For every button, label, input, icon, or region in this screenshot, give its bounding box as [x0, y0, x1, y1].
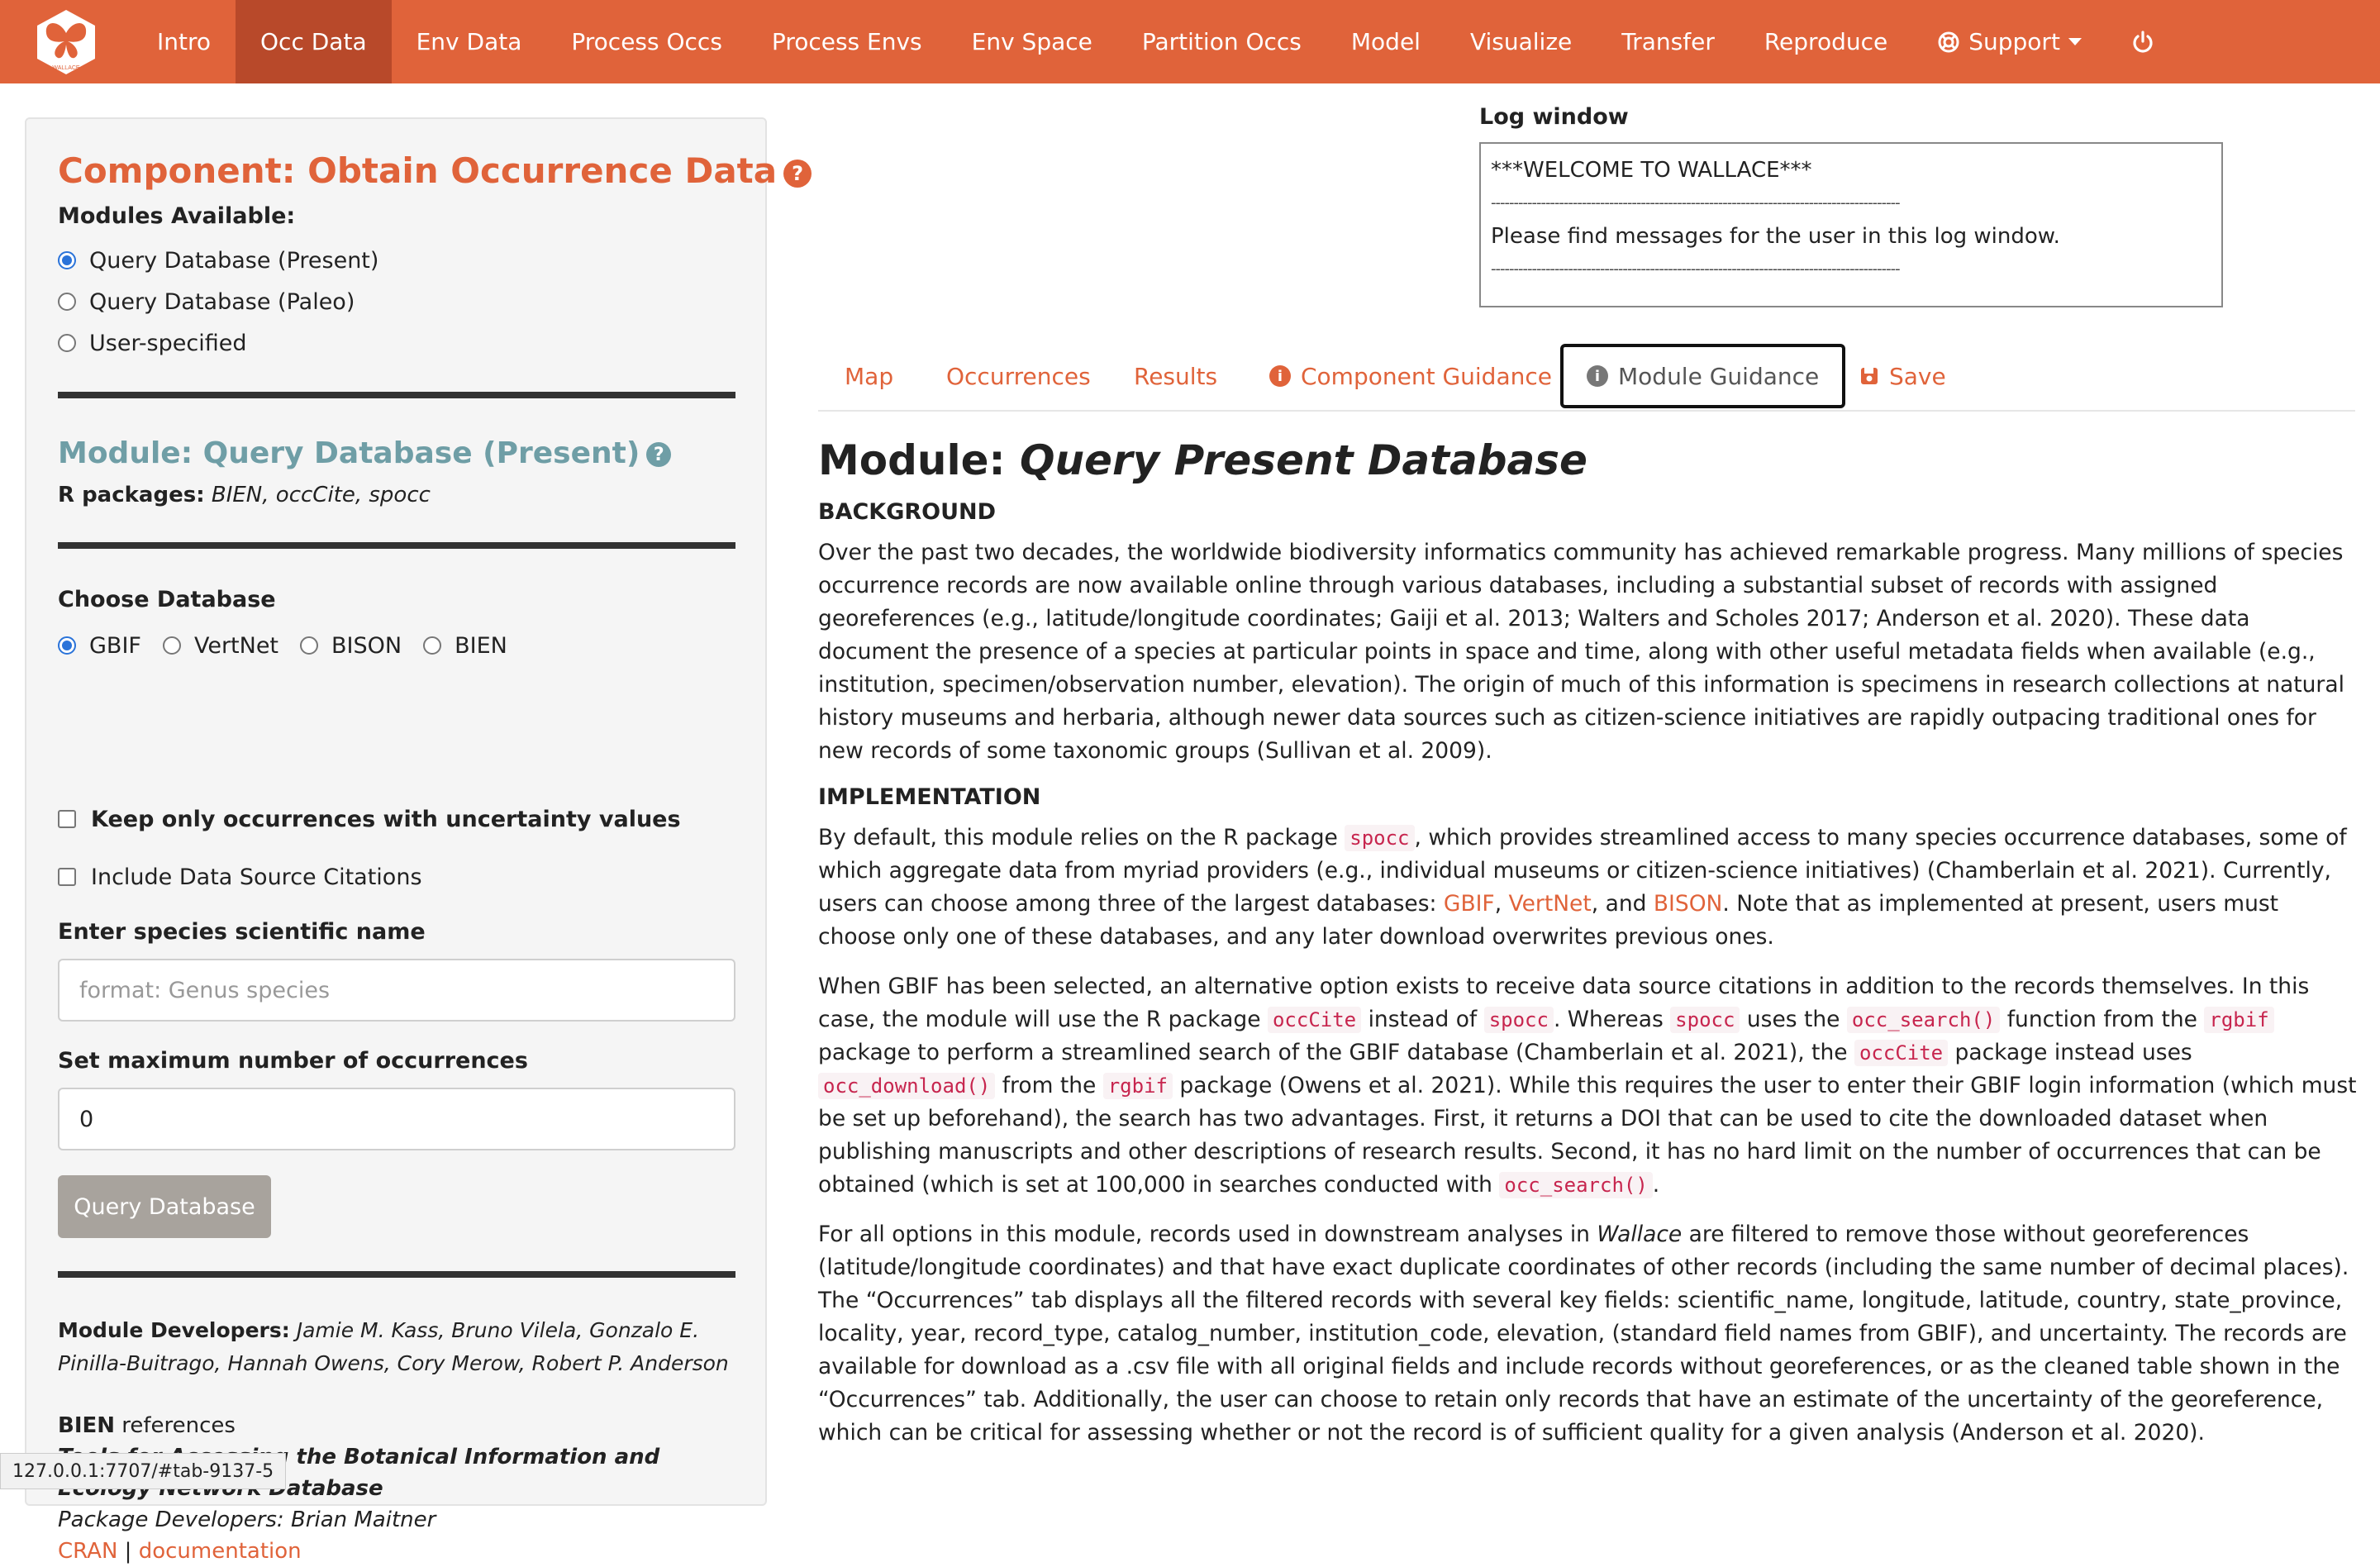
- tab-save[interactable]: Save: [1859, 344, 1946, 408]
- max-occurrences-label: Set maximum number of occurrences: [58, 1048, 528, 1074]
- vertnet-link[interactable]: VertNet: [1509, 891, 1592, 917]
- log-window[interactable]: ***WELCOME TO WALLACE*** ---------------…: [1479, 142, 2223, 307]
- radio-button[interactable]: [58, 334, 76, 352]
- tab-occurrences[interactable]: Occurrences: [946, 344, 1091, 408]
- implementation-paragraph-2: When GBIF has been selected, an alternat…: [818, 974, 2357, 1198]
- r-packages: R packages: BIEN, occCite, spocc: [58, 483, 431, 507]
- support-label: Support: [1968, 28, 2060, 55]
- log-divider: ----------------------------------------…: [1491, 194, 1901, 212]
- bison-link[interactable]: BISON: [1654, 891, 1723, 917]
- db-option-bison[interactable]: BISON: [300, 625, 402, 666]
- module-radio-group: Query Database (Present) Query Database …: [58, 240, 378, 364]
- divider: [58, 1271, 735, 1278]
- log-line: ***WELCOME TO WALLACE***: [1491, 158, 1812, 183]
- radio-label: BISON: [331, 632, 402, 659]
- log-line: Please find messages for the user in thi…: [1491, 224, 2060, 249]
- bien-package-developers: Package Developers: Brian Maitner: [58, 1507, 436, 1532]
- nav-occ-data[interactable]: Occ Data: [236, 0, 392, 83]
- module-guidance-content: Module: Query Present Database BACKGROUN…: [818, 430, 2360, 1466]
- radio-button[interactable]: [58, 636, 76, 655]
- nav-process-occs[interactable]: Process Occs: [546, 0, 747, 83]
- info-icon: i: [1269, 365, 1291, 387]
- main-tabs: Map Occurrences Results i Component Guida…: [818, 344, 2355, 412]
- radio-button[interactable]: [423, 636, 442, 655]
- uncertainty-checkbox[interactable]: [58, 810, 76, 828]
- top-navbar: WALLACE Intro Occ Data Env Data Process …: [0, 0, 2380, 83]
- nav-env-space[interactable]: Env Space: [947, 0, 1117, 83]
- module-option-user-specified[interactable]: User-specified: [58, 322, 378, 364]
- module-option-present[interactable]: Query Database (Present): [58, 240, 378, 281]
- nav-env-data[interactable]: Env Data: [392, 0, 547, 83]
- nav-reproduce[interactable]: Reproduce: [1740, 0, 1912, 83]
- radio-label: Query Database (Paleo): [89, 288, 355, 315]
- citations-checkbox-row[interactable]: Include Data Source Citations: [58, 856, 422, 898]
- max-occurrences-input[interactable]: 0: [58, 1088, 735, 1150]
- wallace-logo[interactable]: WALLACE: [0, 0, 132, 83]
- checkbox-label: Include Data Source Citations: [91, 864, 422, 890]
- radio-label: Query Database (Present): [89, 247, 379, 274]
- species-name-input[interactable]: format: Genus species: [58, 959, 735, 1022]
- radio-button[interactable]: [300, 636, 319, 655]
- component-title: Component: Obtain Occurrence Data?: [58, 150, 812, 191]
- svg-text:WALLACE: WALLACE: [52, 65, 80, 71]
- module-title: Module: Query Database (Present)?: [58, 436, 672, 470]
- radio-button[interactable]: [58, 251, 76, 269]
- choose-database-label: Choose Database: [58, 587, 276, 612]
- cran-link[interactable]: CRAN: [58, 1539, 117, 1564]
- nav-transfer[interactable]: Transfer: [1597, 0, 1740, 83]
- module-developers: Module Developers: Jamie M. Kass, Bruno …: [58, 1318, 729, 1375]
- radio-label: User-specified: [89, 330, 247, 356]
- sidebar-panel: Component: Obtain Occurrence Data? Modul…: [25, 117, 812, 1564]
- documentation-link[interactable]: documentation: [139, 1539, 302, 1564]
- nav-visualize[interactable]: Visualize: [1445, 0, 1597, 83]
- db-option-gbif[interactable]: GBIF: [58, 625, 141, 666]
- radio-button[interactable]: [162, 636, 181, 655]
- implementation-heading: IMPLEMENTATION: [818, 784, 1041, 810]
- tab-module-guidance[interactable]: i Module Guidance: [1560, 344, 1846, 408]
- lifebuoy-icon: [1938, 31, 1959, 52]
- tab-results[interactable]: Results: [1134, 344, 1217, 408]
- database-radio-group: GBIF VertNet BISON BIEN: [58, 625, 507, 666]
- chevron-down-icon: [2068, 38, 2082, 45]
- query-database-button[interactable]: Query Database: [58, 1175, 271, 1238]
- citations-checkbox[interactable]: [58, 868, 76, 886]
- question-icon[interactable]: ?: [783, 159, 812, 188]
- nav-partition-occs[interactable]: Partition Occs: [1117, 0, 1326, 83]
- log-window-title: Log window: [1479, 104, 1629, 130]
- background-heading: BACKGROUND: [818, 499, 997, 525]
- butterfly-logo-icon: WALLACE: [37, 9, 95, 74]
- uncertainty-checkbox-row[interactable]: Keep only occurrences with uncertainty v…: [58, 798, 681, 840]
- radio-label: GBIF: [89, 632, 141, 659]
- log-divider: ----------------------------------------…: [1491, 260, 1901, 278]
- checkbox-label: Keep only occurrences with uncertainty v…: [91, 806, 681, 832]
- nav-support-dropdown[interactable]: Support: [1912, 0, 2106, 83]
- species-name-label: Enter species scientific name: [58, 919, 426, 945]
- divider: [58, 542, 735, 549]
- module-option-paleo[interactable]: Query Database (Paleo): [58, 281, 378, 322]
- nav-intro[interactable]: Intro: [132, 0, 236, 83]
- db-option-bien[interactable]: BIEN: [423, 625, 507, 666]
- nav-process-envs[interactable]: Process Envs: [747, 0, 947, 83]
- radio-label: VertNet: [193, 632, 279, 659]
- radio-button[interactable]: [58, 293, 76, 311]
- guidance-title: Module: Query Present Database: [818, 436, 1587, 484]
- gbif-link[interactable]: GBIF: [1444, 891, 1495, 917]
- nav-model[interactable]: Model: [1326, 0, 1445, 83]
- tab-component-guidance[interactable]: i Component Guidance: [1269, 344, 1552, 408]
- question-icon[interactable]: ?: [646, 442, 672, 467]
- tab-map[interactable]: Map: [845, 344, 893, 408]
- background-paragraph: Over the past two decades, the worldwide…: [818, 540, 2344, 764]
- radio-label: BIEN: [455, 632, 507, 659]
- floppy-disk-icon: [1861, 368, 1878, 384]
- implementation-paragraph-1: By default, this module relies on the R …: [818, 825, 2347, 950]
- power-button[interactable]: [2106, 0, 2179, 83]
- modules-available-label: Modules Available:: [58, 203, 296, 229]
- status-bar-url: 127.0.0.1:7707/#tab-9137-5: [0, 1453, 287, 1489]
- divider: [58, 392, 735, 398]
- info-icon: i: [1587, 365, 1608, 387]
- implementation-paragraph-3: For all options in this module, records …: [818, 1222, 2349, 1446]
- power-icon: [2133, 30, 2153, 53]
- db-option-vertnet[interactable]: VertNet: [162, 625, 279, 666]
